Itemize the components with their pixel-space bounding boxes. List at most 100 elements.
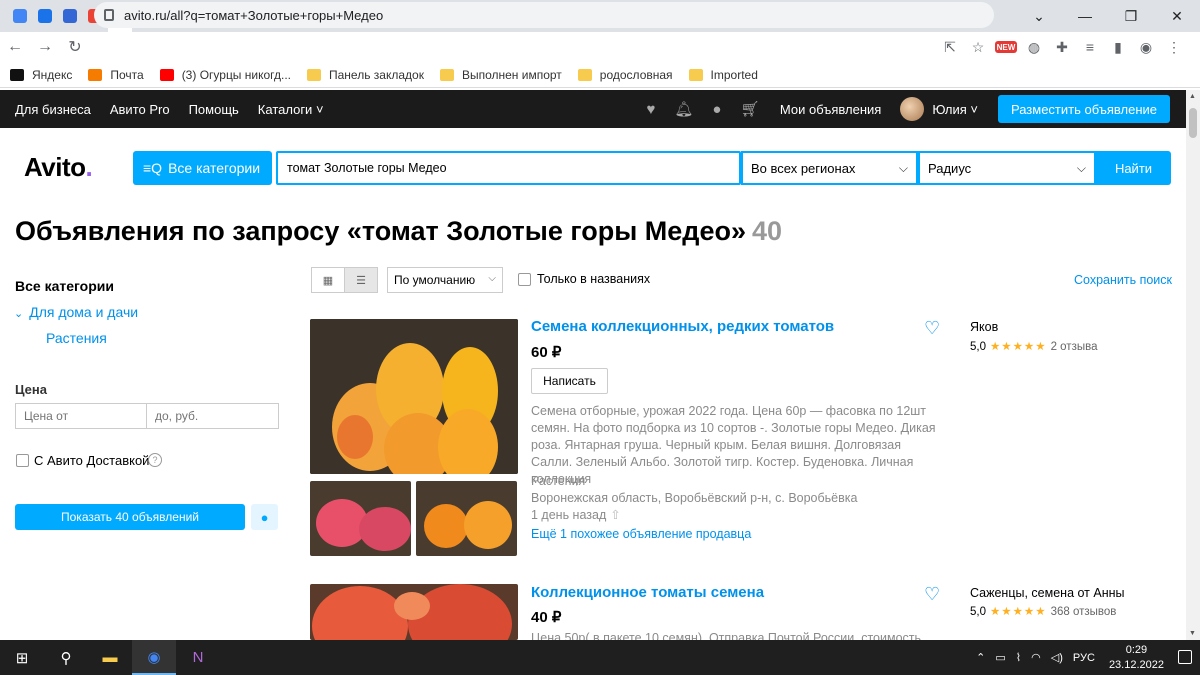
radius-select[interactable]: Радиус ⌵ bbox=[918, 151, 1096, 185]
grid-view-button[interactable]: ▦ bbox=[311, 267, 345, 293]
tab-search-icon[interactable]: ⌄ bbox=[1016, 0, 1062, 32]
listing-title[interactable]: Коллекционное томаты семена bbox=[531, 584, 764, 601]
scroll-thumb[interactable] bbox=[1189, 108, 1197, 138]
youtube-icon bbox=[159, 68, 174, 81]
avito-delivery-checkbox[interactable] bbox=[16, 454, 29, 467]
extension-new-badge[interactable]: NEW bbox=[995, 41, 1017, 53]
bookmark-item[interactable]: (3) Огурцы никогд... bbox=[159, 68, 291, 82]
battery-icon[interactable]: ▭ bbox=[995, 651, 1005, 664]
price-from-input[interactable] bbox=[15, 403, 147, 429]
mail-tab[interactable] bbox=[58, 4, 82, 28]
cart-icon[interactable]: 🛒︎ bbox=[740, 101, 759, 118]
subcategory-plants[interactable]: Растения bbox=[46, 330, 107, 346]
bookmark-item[interactable]: Выполнен импорт bbox=[439, 68, 562, 82]
bookmark-label: Панель закладок bbox=[329, 67, 424, 82]
favorite-heart-icon[interactable]: ♡ bbox=[924, 318, 940, 339]
seller-name[interactable]: Яков bbox=[970, 320, 998, 334]
url-field[interactable]: avito.ru/all?q=томат+Золотые+горы+Медео bbox=[94, 2, 994, 28]
chrome-taskbar-icon[interactable]: ◉ bbox=[132, 640, 176, 675]
chrome-tab[interactable] bbox=[8, 4, 32, 28]
search-input[interactable] bbox=[276, 151, 741, 185]
category-home-garden[interactable]: ⌄ Для дома и дачи bbox=[14, 304, 138, 320]
post-ad-button[interactable]: Разместить объявление bbox=[997, 95, 1170, 123]
bookmark-star-icon[interactable]: ☆ bbox=[964, 33, 992, 61]
bookmark-item[interactable]: родословная bbox=[577, 68, 673, 82]
listing-thumb-2[interactable] bbox=[416, 481, 517, 556]
listing-main-photo[interactable] bbox=[310, 584, 518, 640]
show-results-button[interactable]: Показать 40 объявлений bbox=[15, 504, 245, 530]
bookmark-item[interactable]: Яндекс bbox=[10, 68, 72, 82]
listing-time-text: 1 день назад bbox=[531, 508, 607, 522]
scroll-up-icon[interactable]: ▲ bbox=[1189, 93, 1196, 100]
browser-menu-icon[interactable]: ⋮ bbox=[1160, 33, 1188, 61]
avito-pro-link[interactable]: Авито Pro bbox=[110, 102, 170, 117]
bookmark-item[interactable]: Imported bbox=[688, 68, 758, 82]
favorites-heart-icon[interactable]: ♥ bbox=[642, 101, 660, 118]
help-question-icon[interactable]: ? bbox=[148, 453, 162, 467]
user-menu[interactable]: Юлия ˅ bbox=[932, 102, 978, 117]
page-scrollbar[interactable]: ▲ ▼ bbox=[1186, 90, 1200, 640]
scroll-down-icon[interactable]: ▼ bbox=[1189, 630, 1196, 637]
titles-only-checkbox[interactable] bbox=[518, 273, 531, 286]
notifications-icon[interactable] bbox=[1178, 650, 1192, 664]
similar-listings-link[interactable]: Ещё 1 похожее объявление продавца bbox=[531, 527, 751, 541]
titles-only-label[interactable]: Только в названиях bbox=[537, 272, 650, 286]
region-select[interactable]: Во всех регионах ⌵ bbox=[741, 151, 918, 185]
forward-icon[interactable]: → bbox=[30, 32, 60, 62]
onenote-icon[interactable]: N bbox=[176, 640, 220, 675]
listing-description: Цена 50р( в пакете 10 семян). Отправка П… bbox=[531, 631, 922, 640]
network-icon[interactable]: ⌇ bbox=[1016, 651, 1021, 664]
catalogs-link[interactable]: Каталоги ˅ bbox=[258, 102, 324, 117]
write-message-button[interactable]: Написать bbox=[531, 368, 608, 394]
sort-select[interactable]: По умолчанию ⌵ bbox=[387, 267, 503, 293]
profile-icon[interactable]: ◉ bbox=[1132, 33, 1160, 61]
bookmark-item[interactable]: Панель закладок bbox=[307, 68, 424, 82]
file-explorer-icon[interactable]: ▬ bbox=[88, 640, 132, 675]
help-link[interactable]: Помощь bbox=[189, 102, 239, 117]
rating-value: 5,0 bbox=[970, 341, 986, 353]
my-ads-link[interactable]: Мои объявления bbox=[780, 102, 881, 117]
price-to-input[interactable] bbox=[146, 403, 279, 429]
bookmarks-bar: Яндекс Почта (3) Огурцы никогд... Панель за… bbox=[0, 62, 1200, 88]
search-icon[interactable]: ⚲ bbox=[44, 640, 88, 675]
chevron-up-icon[interactable]: ⌃ bbox=[976, 651, 985, 664]
reload-icon[interactable]: ↻ bbox=[60, 32, 90, 62]
volume-icon[interactable]: ◁) bbox=[1051, 651, 1063, 664]
extension-icon[interactable]: ◍ bbox=[1020, 33, 1048, 61]
listing-title[interactable]: Семена коллекционных, редких томатов bbox=[531, 318, 834, 335]
bookmark-item[interactable]: Почта bbox=[88, 68, 144, 82]
list-view-button[interactable]: ☰ bbox=[344, 267, 378, 293]
avito-delivery-label[interactable]: С Авито Доставкой bbox=[34, 453, 149, 468]
close-window-button[interactable]: ✕ bbox=[1154, 0, 1200, 32]
maximize-button[interactable]: ❐ bbox=[1108, 0, 1154, 32]
for-business-link[interactable]: Для бизнеса bbox=[15, 102, 91, 117]
avatar[interactable] bbox=[900, 97, 925, 121]
clock[interactable]: 0:29 23.12.2022 bbox=[1109, 643, 1164, 673]
mail-icon bbox=[88, 68, 103, 81]
find-button[interactable]: Найти bbox=[1096, 151, 1171, 185]
notifications-bell-icon[interactable]: 🔔︎ bbox=[674, 101, 693, 118]
wifi-icon[interactable]: ◠ bbox=[1031, 651, 1041, 664]
language-indicator[interactable]: РУС bbox=[1073, 652, 1095, 664]
listing-main-photo[interactable] bbox=[310, 319, 518, 474]
reviews-count[interactable]: 368 отзывов bbox=[1051, 606, 1117, 618]
tab-2[interactable] bbox=[33, 4, 57, 28]
messages-icon[interactable]: ● bbox=[708, 101, 726, 118]
save-search-link[interactable]: Сохранить поиск bbox=[1074, 273, 1172, 287]
chrome-tab-favicon-icon bbox=[13, 9, 27, 23]
avito-logo[interactable]: Avito. bbox=[24, 152, 93, 183]
listing-thumb-1[interactable] bbox=[310, 481, 411, 556]
extensions-puzzle-icon[interactable]: ✚ bbox=[1048, 33, 1076, 61]
seller-name[interactable]: Саженцы, семена от Анны bbox=[970, 586, 1125, 600]
map-pin-icon[interactable]: ● bbox=[251, 504, 278, 530]
back-icon[interactable]: ← bbox=[0, 32, 30, 62]
favorite-heart-icon[interactable]: ♡ bbox=[924, 584, 940, 605]
all-categories-button[interactable]: ≡Q Все категории bbox=[133, 151, 272, 185]
share-icon[interactable]: ⇱ bbox=[936, 33, 964, 61]
all-categories-heading[interactable]: Все категории bbox=[15, 278, 114, 294]
reading-list-icon[interactable]: ≡ bbox=[1076, 33, 1104, 61]
windows-start-icon[interactable]: ⊞ bbox=[0, 640, 44, 675]
reviews-count[interactable]: 2 отзыва bbox=[1051, 341, 1098, 353]
minimize-button[interactable]: — bbox=[1062, 0, 1108, 32]
side-panel-icon[interactable]: ▮ bbox=[1104, 33, 1132, 61]
